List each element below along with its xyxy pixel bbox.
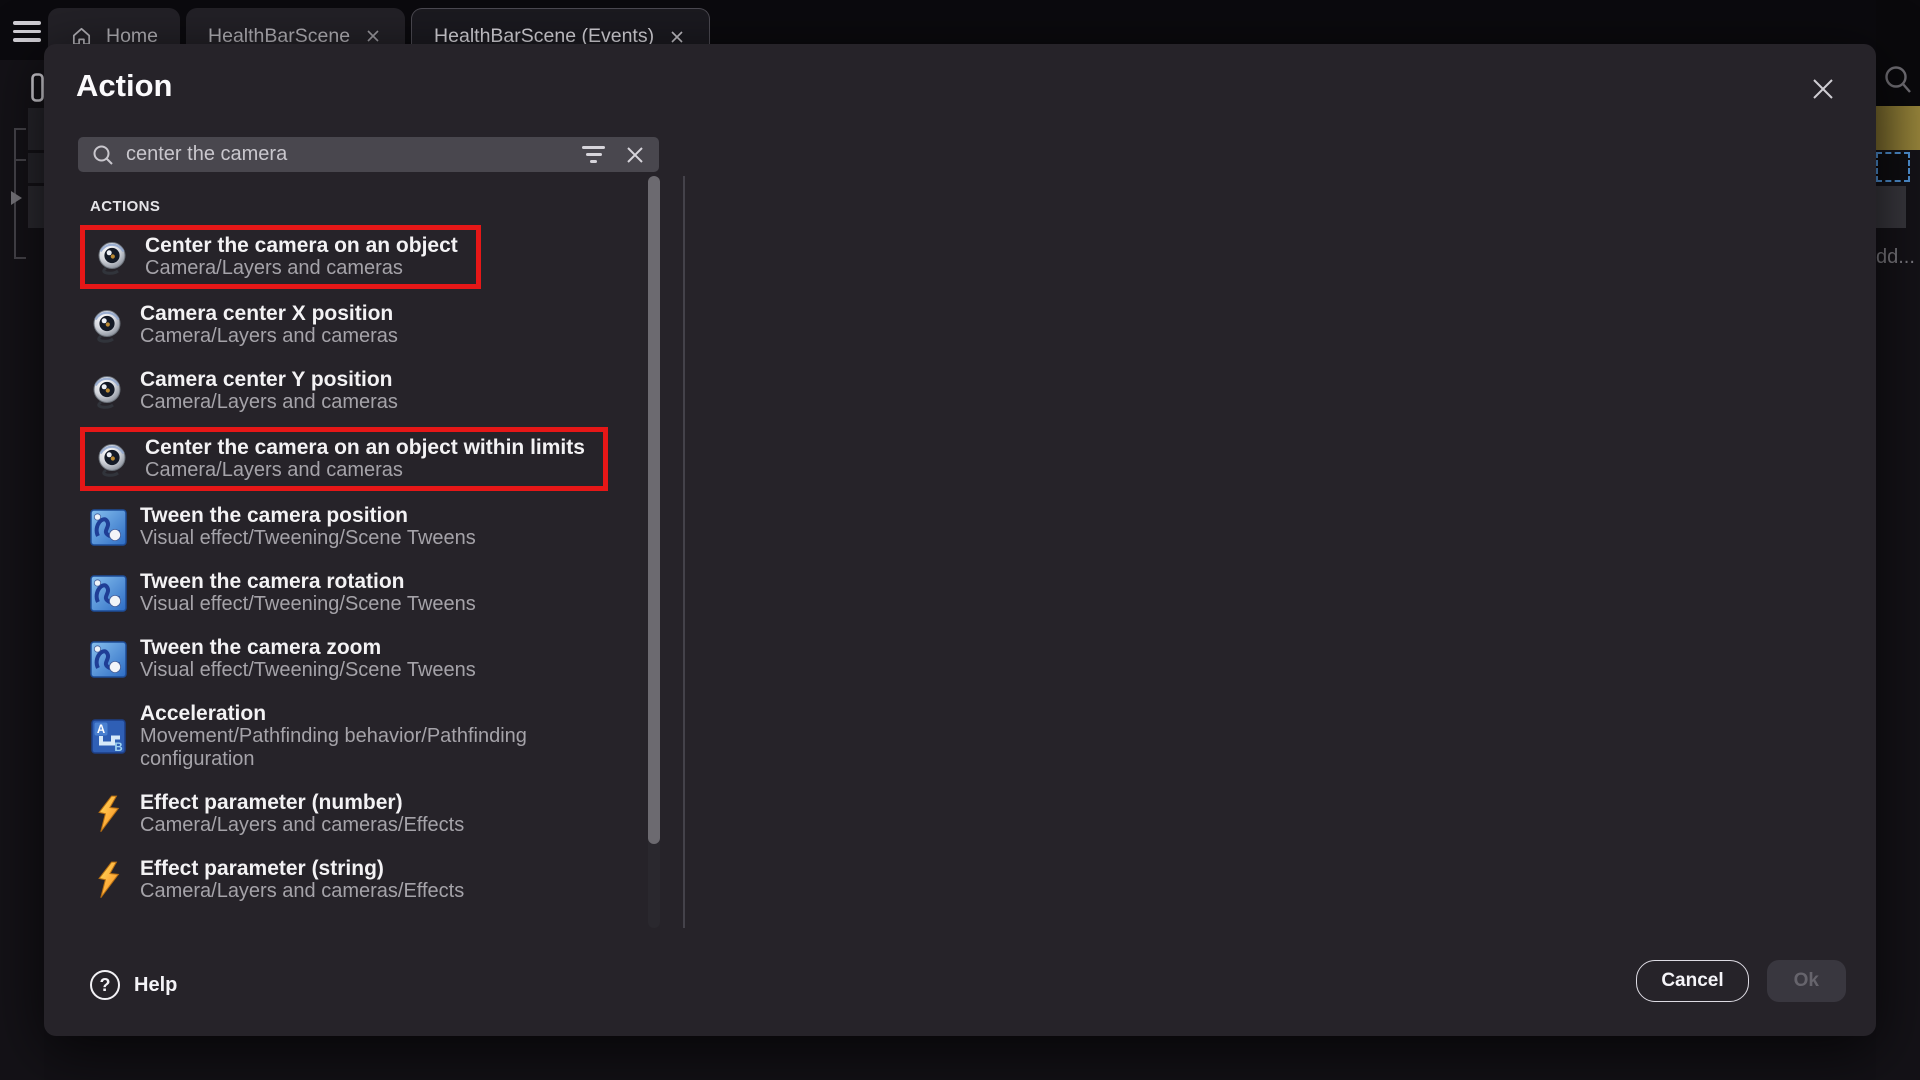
action-item-path: Movement/Pathfinding behavior/Pathfindin… [140,725,640,771]
close-dialog-icon[interactable] [1810,76,1836,102]
truncated-text: dd... [1876,246,1915,269]
action-item-path: Camera/Layers and cameras [145,459,585,482]
dialog-actions: Cancel Ok [1636,960,1846,1002]
dialog-title: Action [76,68,172,104]
event-color-block [1876,106,1920,150]
action-item-path: Camera/Layers and cameras [140,391,398,414]
ok-button[interactable]: Ok [1767,960,1846,1002]
action-list-item[interactable]: Tween the camera positionVisual effect/T… [78,497,650,557]
tree-line [14,128,26,130]
expand-arrow-icon [11,191,22,205]
action-item-path: Camera/Layers and cameras [140,325,398,348]
action-item-path: Camera/Layers and cameras [145,257,458,280]
webcam-icon [88,307,128,344]
webcam-icon [88,373,128,410]
tween-icon [88,641,128,678]
gdevelop-app: Home HealthBarScene HealthBarScene (Even… [0,0,1920,1080]
search-icon [91,143,115,167]
panel-divider [683,176,685,928]
action-list-item[interactable]: Center the camera on an objectCamera/Lay… [80,225,481,289]
help-icon: ? [90,970,120,1000]
action-list-item[interactable]: Camera center Y positionCamera/Layers an… [78,361,650,421]
action-list-item[interactable]: Camera center X positionCamera/Layers an… [78,295,650,355]
background-block [28,153,44,183]
background-panel-left [0,60,44,1080]
action-item-title: Effect parameter (string) [140,857,464,880]
tree-line [14,159,26,161]
action-item-path: Visual effect/Tweening/Scene Tweens [140,527,476,550]
action-item-path: Camera/Layers and cameras/Effects [140,814,464,837]
action-item-title: Tween the camera zoom [140,636,476,659]
background-block [28,186,44,228]
action-item-title: Camera center X position [140,302,398,325]
action-item-title: Tween the camera rotation [140,570,476,593]
action-item-title: Center the camera on an object [145,234,458,257]
tree-line [14,257,26,259]
cancel-button[interactable]: Cancel [1636,960,1748,1002]
help-label: Help [134,974,177,997]
action-item-title: Center the camera on an object within li… [145,436,585,459]
filter-icon[interactable] [580,142,607,167]
action-dialog: Action ACTIONS Center the camera on an [44,44,1876,1036]
action-list-item[interactable]: Effect parameter (number)Camera/Layers a… [78,784,650,844]
search-input[interactable] [126,143,569,166]
pathfinding-icon: A B [88,719,128,754]
scrollbar-track[interactable] [648,176,660,928]
selected-event-block [1876,152,1910,182]
action-list-item[interactable]: Effect parameter (string)Camera/Layers a… [78,850,650,910]
panels-icon [31,73,44,108]
action-list-item[interactable]: A B AccelerationMovement/Pathfinding beh… [78,695,650,778]
lightning-icon [88,795,128,833]
webcam-icon [93,441,133,478]
svg-text:B: B [114,742,122,754]
search-icon [1882,64,1914,105]
actions-list: ACTIONS Center the camera on an objectCa… [78,196,650,932]
background-panel-right: dd... [1876,0,1920,1080]
tween-icon [88,509,128,546]
action-item-title: Effect parameter (number) [140,791,464,814]
action-item-path: Camera/Layers and cameras/Effects [140,880,464,903]
action-item-title: Camera center Y position [140,368,398,391]
action-item-title: Tween the camera position [140,504,476,527]
menu-icon[interactable] [13,21,41,47]
action-list-item[interactable]: Tween the camera rotationVisual effect/T… [78,563,650,623]
action-list-item[interactable]: Center the camera on an object within li… [80,427,608,491]
action-item-title: Acceleration [140,702,640,725]
action-item-path: Visual effect/Tweening/Scene Tweens [140,659,476,682]
section-header: ACTIONS [90,198,650,215]
close-tab-icon[interactable] [363,26,383,46]
scrollbar-thumb[interactable] [648,176,660,844]
tween-icon [88,575,128,612]
background-block [1876,186,1906,228]
search-bar [78,137,659,172]
webcam-icon [93,239,133,276]
svg-text:A: A [96,724,104,736]
action-item-path: Visual effect/Tweening/Scene Tweens [140,593,476,616]
action-list-item[interactable]: Tween the camera zoomVisual effect/Tween… [78,629,650,689]
background-block [28,108,44,150]
help-button[interactable]: ? Help [90,970,177,1000]
lightning-icon [88,861,128,899]
clear-search-icon[interactable] [624,144,646,166]
